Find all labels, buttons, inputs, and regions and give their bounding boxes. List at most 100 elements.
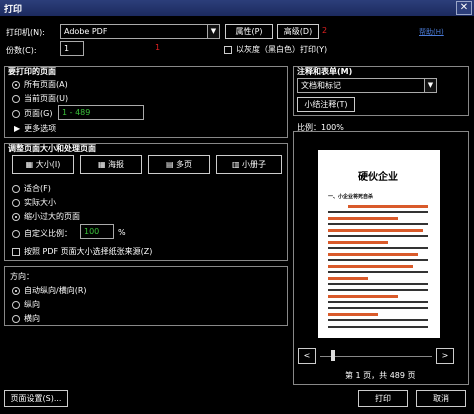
fit-option[interactable]: 适合(F) xyxy=(12,183,51,194)
text-line xyxy=(328,247,428,249)
marker-1: 1 xyxy=(155,43,161,52)
print-button[interactable]: 打印 xyxy=(358,390,408,407)
size-group-title: 调整页面大小和处理页面 xyxy=(8,144,96,153)
printer-select[interactable]: Adobe PDF ▼ xyxy=(60,24,220,39)
tab-size[interactable]: ▦ 大小(I) xyxy=(12,155,74,174)
copies-label: 份数(C): xyxy=(6,46,37,55)
auto-orientation-label: 自动纵向/横向(R) xyxy=(24,286,87,295)
marker-2: 2 xyxy=(322,26,328,35)
text-line xyxy=(328,211,428,213)
window-title: 打印 xyxy=(4,4,23,15)
all-pages-label: 所有页面(A) xyxy=(24,80,68,89)
tab-size-label: 大小(I) xyxy=(35,160,61,169)
cancel-button[interactable]: 取消 xyxy=(416,390,466,407)
booklet-icon: ▥ xyxy=(231,160,243,169)
percent-label: % xyxy=(118,228,126,237)
next-page-button[interactable]: > xyxy=(436,348,454,364)
advanced-button[interactable]: 高级(D) xyxy=(277,24,319,39)
shrink-label: 缩小过大的页面 xyxy=(24,212,80,221)
text-line xyxy=(328,235,428,237)
chevron-down-icon: ▼ xyxy=(207,25,219,38)
preview-page: 硬伙企业 一、小企业将死自杀 xyxy=(318,150,440,338)
choose-paper-option[interactable]: 按照 PDF 页面大小选择纸张来源(Z) xyxy=(12,246,152,257)
custom-scale-option[interactable]: 自定义比例： xyxy=(12,228,72,239)
tab-booklet-label: 小册子 xyxy=(242,160,267,169)
custom-scale-label: 自定义比例： xyxy=(24,229,72,238)
text-line xyxy=(328,271,428,273)
text-line xyxy=(328,326,428,328)
summarize-comments-button[interactable]: 小结注释(T) xyxy=(297,97,355,112)
current-page-option[interactable]: 当前页面(U) xyxy=(12,93,68,104)
highlight-line xyxy=(328,295,398,298)
highlight-line xyxy=(328,229,423,232)
size-icon: ▦ xyxy=(25,160,36,169)
copies-input[interactable]: 1 xyxy=(60,41,84,56)
copies-value: 1 xyxy=(64,44,70,53)
highlight-line xyxy=(328,313,378,316)
preview-doc-subtitle: 一、小企业将死自杀 xyxy=(328,194,374,200)
text-line xyxy=(328,301,428,303)
highlight-line xyxy=(328,253,418,256)
prev-page-button[interactable]: < xyxy=(298,348,316,364)
text-line xyxy=(328,283,428,285)
page-range-label: 页面(G) xyxy=(24,109,53,118)
multiple-pages-icon: ▤ xyxy=(165,160,177,169)
chevron-left-icon: < xyxy=(303,351,311,360)
auto-orientation-option[interactable]: 自动纵向/横向(R) xyxy=(12,285,87,296)
text-line xyxy=(328,223,428,225)
current-page-radio[interactable] xyxy=(12,94,20,103)
annotations-value: 文档和标记 xyxy=(301,81,341,90)
tab-multiple[interactable]: ▤ 多页 xyxy=(148,155,210,174)
grayscale-checkbox[interactable] xyxy=(224,45,232,54)
close-icon: ✕ xyxy=(459,2,469,13)
highlight-line xyxy=(348,205,428,208)
close-button[interactable]: ✕ xyxy=(456,1,472,15)
help-link[interactable]: 帮助(H) xyxy=(419,27,444,37)
grayscale-option[interactable]: 以灰度（黑白色）打印(Y) xyxy=(224,44,327,55)
actual-size-radio[interactable] xyxy=(12,198,20,207)
triangle-right-icon: ▶ xyxy=(14,124,21,133)
properties-button[interactable]: 属性(P) xyxy=(225,24,273,39)
current-page-label: 当前页面(U) xyxy=(24,94,69,103)
more-options-toggle[interactable]: ▶ 更多选项 xyxy=(14,123,56,134)
tab-poster[interactable]: ▦ 海报 xyxy=(80,155,142,174)
printer-label: 打印机(N): xyxy=(6,28,45,37)
custom-scale-input[interactable]: 100 xyxy=(80,224,114,239)
fit-radio[interactable] xyxy=(12,184,20,193)
page-setup-button[interactable]: 页面设置(S)... xyxy=(4,390,68,407)
annotations-select[interactable]: 文档和标记 ▼ xyxy=(297,78,437,93)
shrink-radio[interactable] xyxy=(12,212,20,221)
choose-paper-checkbox[interactable] xyxy=(12,247,20,256)
auto-orientation-radio[interactable] xyxy=(12,286,20,295)
page-range-input[interactable]: 1 - 489 xyxy=(58,105,144,120)
all-pages-radio[interactable] xyxy=(12,80,20,89)
highlight-line xyxy=(328,217,398,220)
orientation-group xyxy=(4,266,288,326)
landscape-option[interactable]: 横向 xyxy=(12,313,40,324)
tab-multiple-label: 多页 xyxy=(176,160,193,169)
fit-label: 适合(F) xyxy=(24,184,51,193)
landscape-label: 横向 xyxy=(24,314,40,323)
custom-scale-radio[interactable] xyxy=(12,229,20,238)
portrait-radio[interactable] xyxy=(12,300,20,309)
text-line xyxy=(328,307,428,309)
actual-size-option[interactable]: 实际大小 xyxy=(12,197,56,208)
orientation-title: 方向： xyxy=(10,272,34,281)
portrait-label: 纵向 xyxy=(24,300,40,309)
printer-value: Adobe PDF xyxy=(64,27,108,36)
choose-paper-label: 按照 PDF 页面大小选择纸张来源(Z) xyxy=(24,247,153,256)
highlight-line xyxy=(328,265,413,268)
portrait-option[interactable]: 纵向 xyxy=(12,299,40,310)
chevron-right-icon: > xyxy=(441,351,449,360)
page-slider-track[interactable] xyxy=(320,356,432,357)
poster-icon: ▦ xyxy=(97,160,109,169)
tab-booklet[interactable]: ▥ 小册子 xyxy=(216,155,282,174)
tab-poster-label: 海报 xyxy=(108,160,125,169)
shrink-option[interactable]: 缩小过大的页面 xyxy=(12,211,80,222)
page-slider-thumb[interactable] xyxy=(331,350,335,361)
page-range-radio[interactable] xyxy=(12,109,20,118)
landscape-radio[interactable] xyxy=(12,314,20,323)
page-range-option[interactable]: 页面(G) xyxy=(12,108,52,119)
page-info: 第 1 页，共 489 页 xyxy=(345,371,416,380)
all-pages-option[interactable]: 所有页面(A) xyxy=(12,79,68,90)
